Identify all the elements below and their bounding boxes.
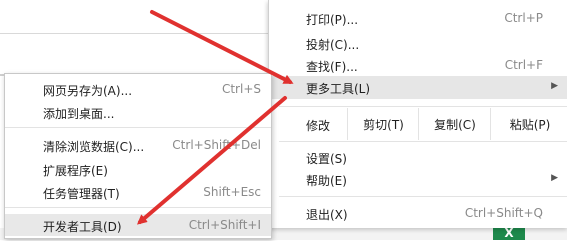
more-tools-submenu: 网页另存为(A)... Ctrl+S 添加到桌面... 清除浏览数据(C)...… [4, 73, 272, 239]
submenu-item-add-to-desktop[interactable]: 添加到桌面... [5, 101, 271, 123]
submenu-arrow-icon: ▶ [551, 173, 558, 183]
menu-separator [279, 141, 567, 142]
menu-item-settings[interactable]: 设置(S) [269, 146, 567, 168]
menu-item-label: 设置(S) [306, 152, 347, 166]
submenu-item-shortcut: Ctrl+S [221, 82, 261, 96]
submenu-item-task-manager[interactable]: 任务管理器(T) Shift+Esc [5, 181, 271, 203]
menu-item-label: 查找(F)... [306, 60, 358, 74]
submenu-item-label: 网页另存为(A)... [43, 84, 133, 98]
copy-button[interactable]: 复制(C) [418, 108, 491, 140]
menu-separator [279, 106, 567, 107]
submenu-separator [5, 127, 271, 128]
browser-main-menu: 打印(P)... Ctrl+P 投射(C)... 查找(F)... Ctrl+F… [268, 0, 567, 228]
menu-item-help[interactable]: 帮助(E) ▶ [269, 168, 567, 190]
menu-item-find[interactable]: 查找(F)... Ctrl+F [269, 54, 567, 76]
submenu-item-extensions[interactable]: 扩展程序(E) [5, 158, 271, 180]
copy-button-label: 复制(C) [434, 117, 476, 132]
menu-item-shortcut: Ctrl+Shift+Q [464, 206, 543, 220]
submenu-item-shortcut: Ctrl+Shift+I [188, 218, 261, 232]
menu-item-shortcut: Ctrl+F [504, 58, 543, 72]
paste-button-label: 粘贴(P) [509, 117, 551, 132]
page-divider [0, 33, 268, 34]
cut-button[interactable]: 剪切(T) [347, 108, 419, 140]
submenu-item-shortcut: Shift+Esc [203, 185, 261, 199]
menu-item-label: 投射(C)... [306, 38, 360, 52]
submenu-item-label: 清除浏览数据(C)... [43, 140, 145, 154]
submenu-item-clear-data[interactable]: 清除浏览数据(C)... Ctrl+Shift+Del [5, 134, 271, 156]
menu-item-label: 退出(X) [306, 208, 348, 222]
submenu-item-save-page[interactable]: 网页另存为(A)... Ctrl+S [5, 78, 271, 100]
edit-row: 修改 剪切(T) 复制(C) 粘贴(P) [269, 108, 567, 140]
menu-item-label: 帮助(E) [306, 174, 347, 188]
submenu-item-developer-tools[interactable]: 开发者工具(D) Ctrl+Shift+I [5, 214, 271, 236]
menu-item-label: 更多工具(L) [306, 82, 371, 96]
submenu-item-shortcut: Ctrl+Shift+Del [172, 138, 261, 152]
submenu-item-label: 扩展程序(E) [43, 164, 108, 178]
menu-item-cast[interactable]: 投射(C)... [269, 32, 567, 54]
edit-label: 修改 [306, 119, 331, 133]
menu-item-more-tools[interactable]: 更多工具(L) ▶ [269, 76, 567, 99]
paste-button[interactable]: 粘贴(P) [490, 108, 567, 140]
menu-item-exit[interactable]: 退出(X) Ctrl+Shift+Q [269, 202, 567, 224]
submenu-arrow-icon: ▶ [551, 81, 558, 91]
menu-separator [279, 196, 567, 197]
menu-item-shortcut: Ctrl+P [504, 11, 543, 25]
submenu-item-label: 添加到桌面... [43, 107, 115, 121]
cut-button-label: 剪切(T) [363, 117, 404, 132]
submenu-item-label: 开发者工具(D) [43, 220, 122, 234]
menu-item-print[interactable]: 打印(P)... Ctrl+P [269, 7, 567, 29]
submenu-separator [5, 207, 271, 208]
submenu-item-label: 任务管理器(T) [43, 187, 120, 201]
menu-item-label: 打印(P)... [306, 13, 359, 27]
